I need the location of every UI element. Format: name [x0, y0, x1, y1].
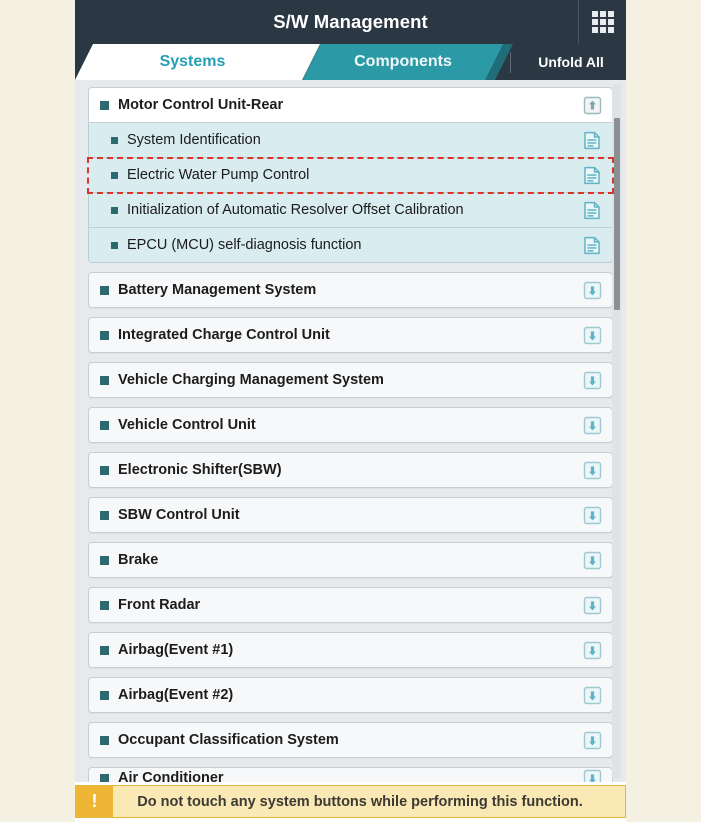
sub-item-label: Initialization of Automatic Resolver Off…	[127, 202, 464, 218]
expand-down-box-icon[interactable]	[582, 325, 602, 345]
bullet-icon	[111, 241, 118, 249]
tab-components-label: Components	[354, 53, 452, 70]
expand-down-box-icon[interactable]	[582, 460, 602, 480]
bullet-icon	[100, 100, 109, 110]
bullet-icon	[100, 330, 109, 340]
system-row-label: Battery Management System	[118, 282, 317, 298]
document-icon[interactable]	[582, 165, 602, 185]
system-row-label: Air Conditioner	[118, 770, 224, 782]
document-icon[interactable]	[582, 235, 602, 255]
expand-down-box-icon[interactable]	[582, 505, 602, 525]
app-panel: S/W Management Components Systems Unfold…	[75, 0, 626, 822]
bullet-icon	[100, 510, 109, 520]
unfold-all-button[interactable]: Unfold All	[516, 44, 626, 80]
collapse-up-box-icon[interactable]	[582, 95, 602, 115]
expand-down-box-icon[interactable]	[582, 640, 602, 660]
page-title: S/W Management	[273, 11, 428, 32]
sub-item-label: System Identification	[127, 132, 261, 148]
system-row[interactable]: Occupant Classification System	[88, 722, 613, 758]
system-row[interactable]: Front Radar	[88, 587, 613, 623]
system-row[interactable]: Integrated Charge Control Unit	[88, 317, 613, 353]
warning-message: Do not touch any system buttons while pe…	[137, 793, 583, 810]
expand-down-box-icon[interactable]	[582, 730, 602, 750]
system-row-label: Vehicle Charging Management System	[118, 372, 384, 388]
system-row-label: Brake	[118, 552, 159, 568]
title-bar: S/W Management	[75, 0, 626, 44]
system-row[interactable]: Vehicle Charging Management System	[88, 362, 613, 398]
bullet-icon	[100, 465, 109, 475]
sub-item-label: Electric Water Pump Control	[127, 167, 310, 183]
warning-bar: ! Do not touch any system buttons while …	[75, 785, 626, 818]
bullet-icon	[100, 600, 109, 610]
sub-item-row-selected[interactable]: Electric Water Pump Control	[87, 157, 614, 194]
system-row-label: Electronic Shifter(SBW)	[118, 462, 282, 478]
group-header-row[interactable]: Motor Control Unit-Rear	[88, 87, 613, 123]
bullet-icon	[100, 285, 109, 295]
system-row-label: Airbag(Event #2)	[118, 687, 234, 703]
system-row-label: Vehicle Control Unit	[118, 417, 256, 433]
system-list[interactable]: Motor Control Unit-Rear System Identific…	[75, 80, 626, 782]
exclamation-icon: !	[76, 786, 113, 817]
bullet-icon	[111, 171, 118, 179]
grid-menu-button[interactable]	[578, 0, 626, 44]
system-row-label: Airbag(Event #1)	[118, 642, 234, 658]
bullet-icon	[100, 555, 109, 565]
bullet-icon	[100, 735, 109, 745]
expand-down-box-icon[interactable]	[582, 415, 602, 435]
expand-down-box-icon[interactable]	[582, 280, 602, 300]
system-row-label: SBW Control Unit	[118, 507, 240, 523]
system-row[interactable]: SBW Control Unit	[88, 497, 613, 533]
sub-item-label: EPCU (MCU) self-diagnosis function	[127, 237, 362, 253]
toolbar-divider	[510, 52, 511, 73]
system-row[interactable]: Electronic Shifter(SBW)	[88, 452, 613, 488]
system-row[interactable]: Airbag(Event #1)	[88, 632, 613, 668]
sub-item-row[interactable]: EPCU (MCU) self-diagnosis function	[88, 228, 613, 263]
unfold-all-label: Unfold All	[538, 54, 604, 70]
system-row[interactable]: Air Conditioner	[88, 767, 613, 782]
tab-systems-label: Systems	[159, 53, 226, 70]
system-group-expanded: Motor Control Unit-Rear System Identific…	[87, 87, 614, 263]
bullet-icon	[111, 206, 118, 214]
system-row-label: Occupant Classification System	[118, 732, 339, 748]
bullet-icon	[100, 420, 109, 430]
bullet-icon	[111, 136, 118, 144]
expand-down-box-icon[interactable]	[582, 768, 602, 782]
scrollbar-thumb[interactable]	[614, 118, 620, 310]
bullet-icon	[100, 773, 109, 782]
expand-down-box-icon[interactable]	[582, 550, 602, 570]
expand-down-box-icon[interactable]	[582, 595, 602, 615]
tab-bar: Components Systems Unfold All	[75, 44, 626, 80]
exclamation-glyph: !	[91, 791, 98, 811]
grid-menu-icon	[591, 11, 614, 33]
system-row[interactable]: Brake	[88, 542, 613, 578]
group-header-label: Motor Control Unit-Rear	[118, 97, 284, 113]
system-row[interactable]: Vehicle Control Unit	[88, 407, 613, 443]
document-icon[interactable]	[582, 130, 602, 150]
expand-down-box-icon[interactable]	[582, 685, 602, 705]
system-row-label: Integrated Charge Control Unit	[118, 327, 330, 343]
system-row[interactable]: Battery Management System	[88, 272, 613, 308]
system-row-label: Front Radar	[118, 597, 201, 613]
bullet-icon	[100, 690, 109, 700]
expand-down-box-icon[interactable]	[582, 370, 602, 390]
bullet-icon	[100, 375, 109, 385]
bullet-icon	[100, 645, 109, 655]
sub-item-row[interactable]: System Identification	[88, 123, 613, 158]
tab-components[interactable]: Components	[303, 44, 503, 80]
tab-systems[interactable]: Systems	[75, 44, 320, 80]
system-row[interactable]: Airbag(Event #2)	[88, 677, 613, 713]
document-icon[interactable]	[582, 200, 602, 220]
sub-item-row[interactable]: Initialization of Automatic Resolver Off…	[88, 193, 613, 228]
